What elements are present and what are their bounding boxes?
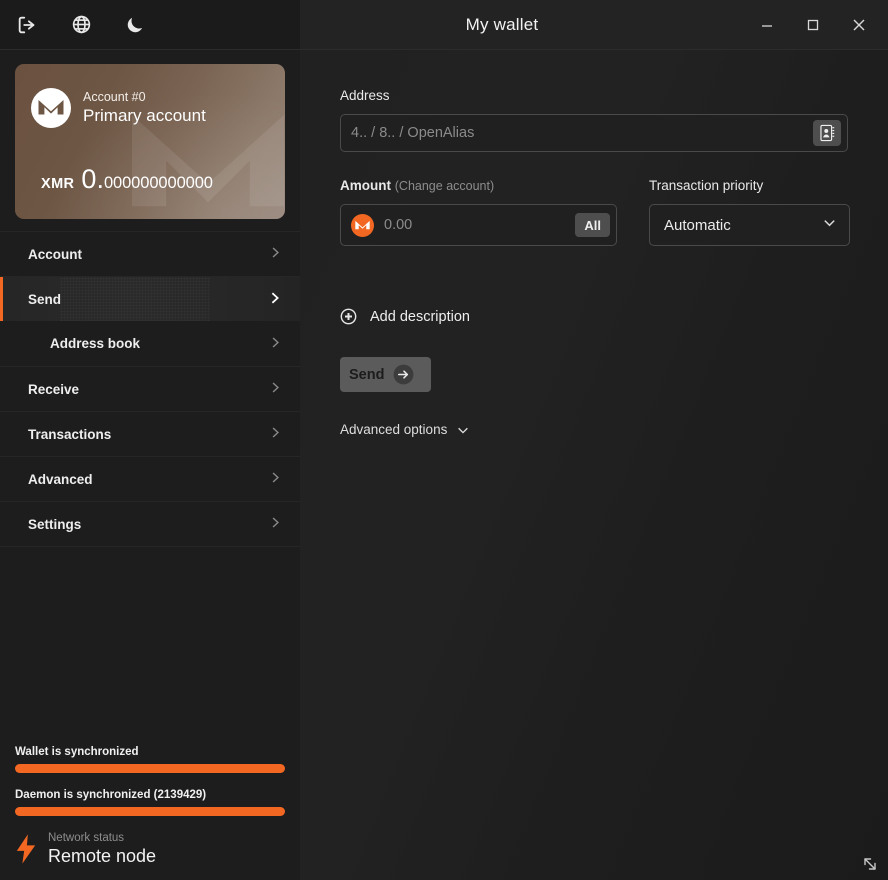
address-label: Address xyxy=(340,88,390,103)
maximize-button[interactable] xyxy=(790,0,836,50)
lightning-bolt-icon xyxy=(16,834,36,864)
wallet-window: My wallet Account #0 Primary account XMR… xyxy=(0,0,888,880)
monero-coin-icon xyxy=(351,213,374,237)
window-controls xyxy=(744,0,888,49)
monero-logo-icon xyxy=(31,88,71,128)
amount-input[interactable] xyxy=(384,217,576,233)
sidebar-item-receive[interactable]: Receive xyxy=(0,366,300,411)
amount-priority-row: Amount (Change account) All Transaction … xyxy=(340,178,850,246)
chevron-down-icon xyxy=(456,423,470,437)
network-status-value: Remote node xyxy=(48,845,157,866)
close-button[interactable] xyxy=(836,0,882,50)
plus-circle-icon xyxy=(340,308,357,325)
amount-label-row: Amount (Change account) xyxy=(340,178,617,193)
change-account-link[interactable]: (Change account) xyxy=(395,179,494,193)
sidebar-item-address-book[interactable]: Address book xyxy=(0,321,300,366)
amount-column: Amount (Change account) All xyxy=(340,178,617,246)
address-book-icon[interactable] xyxy=(813,120,841,146)
amount-all-button[interactable]: All xyxy=(575,213,610,237)
amount-label: Amount xyxy=(340,178,391,193)
sidebar-item-send[interactable]: Send xyxy=(0,276,300,321)
window-title: My wallet xyxy=(465,14,539,34)
address-field-wrapper xyxy=(340,114,848,152)
wallet-sync-label: Wallet is synchronized xyxy=(15,745,139,758)
resize-grip-icon[interactable] xyxy=(860,854,880,874)
globe-icon[interactable] xyxy=(68,12,94,38)
sidebar-item-label: Advanced xyxy=(28,471,93,487)
sidebar-item-account[interactable]: Account xyxy=(0,231,300,276)
sync-status-section: Wallet is synchronized Daemon is synchro… xyxy=(0,746,300,880)
daemon-sync-progressbar xyxy=(15,806,285,816)
chevron-right-icon xyxy=(269,516,282,532)
wallet-sync-progressbar xyxy=(15,763,285,773)
title-bar: My wallet xyxy=(0,0,888,50)
chevron-right-icon xyxy=(269,471,282,487)
send-panel: Address 4.. / 8.. / OpenAlias Amount (Ch… xyxy=(300,50,888,880)
sidebar-item-label: Transactions xyxy=(28,426,112,442)
sidebar-item-settings[interactable]: Settings xyxy=(0,501,300,546)
account-name: Primary account xyxy=(83,106,206,126)
add-description-button[interactable]: Add description xyxy=(340,308,470,325)
account-card-wrapper: Account #0 Primary account XMR 0. 000000… xyxy=(0,50,300,231)
network-status-texts: Network status Remote node xyxy=(48,832,156,866)
sidebar-item-advanced[interactable]: Advanced xyxy=(0,456,300,501)
priority-column: Transaction priority Automatic xyxy=(649,178,850,246)
chevron-right-icon xyxy=(269,336,282,352)
sidebar-item-label: Send xyxy=(28,291,62,307)
arrow-right-circle-icon xyxy=(394,364,414,385)
address-input[interactable] xyxy=(351,125,813,141)
account-card-header: Account #0 Primary account xyxy=(15,64,285,128)
chevron-right-icon xyxy=(269,381,282,397)
add-description-label: Add description xyxy=(370,308,470,325)
amount-field-wrapper: All xyxy=(340,204,617,246)
active-row-texture xyxy=(60,277,210,321)
priority-selected-value: Automatic xyxy=(664,216,731,234)
title-bar-left-tools xyxy=(0,0,300,49)
balance-integer: 0. xyxy=(81,164,104,194)
sidebar: Account #0 Primary account XMR 0. 000000… xyxy=(0,50,300,880)
sidebar-item-label: Receive xyxy=(28,381,80,397)
send-button-label: Send xyxy=(349,366,385,383)
chevron-right-icon xyxy=(269,426,282,442)
sidebar-item-transactions[interactable]: Transactions xyxy=(0,411,300,456)
minimize-button[interactable] xyxy=(744,0,790,50)
transaction-priority-select[interactable]: Automatic xyxy=(649,204,850,246)
window-body: Account #0 Primary account XMR 0. 000000… xyxy=(0,50,888,880)
account-number: Account #0 xyxy=(83,90,146,105)
account-card-texts: Account #0 Primary account xyxy=(83,90,206,126)
chevron-right-icon xyxy=(269,246,282,262)
priority-label: Transaction priority xyxy=(649,178,764,193)
sidebar-item-label: Account xyxy=(28,246,82,262)
advanced-options-toggle[interactable]: Advanced options xyxy=(340,422,470,437)
logout-icon[interactable] xyxy=(14,12,40,38)
network-status-row[interactable]: Network status Remote node xyxy=(15,832,285,866)
account-balance: XMR 0. 000000000000 xyxy=(15,128,285,193)
balance-currency: XMR xyxy=(41,176,75,192)
window-title-area: My wallet xyxy=(300,0,744,49)
sidebar-item-label: Address book xyxy=(50,336,141,351)
chevron-right-icon xyxy=(268,291,282,308)
chevron-down-icon xyxy=(822,215,837,235)
balance-decimals: 000000000000 xyxy=(103,174,213,192)
network-status-label: Network status xyxy=(48,831,125,844)
sidebar-item-label: Settings xyxy=(28,516,82,532)
sidebar-menu: Account Send Address book Receive Transa… xyxy=(0,231,300,547)
daemon-sync-label: Daemon is synchronized (2139429) xyxy=(15,788,207,801)
moon-icon[interactable] xyxy=(122,12,148,38)
account-card[interactable]: Account #0 Primary account XMR 0. 000000… xyxy=(15,64,285,219)
send-button[interactable]: Send xyxy=(340,357,431,392)
advanced-options-label: Advanced options xyxy=(340,422,448,437)
